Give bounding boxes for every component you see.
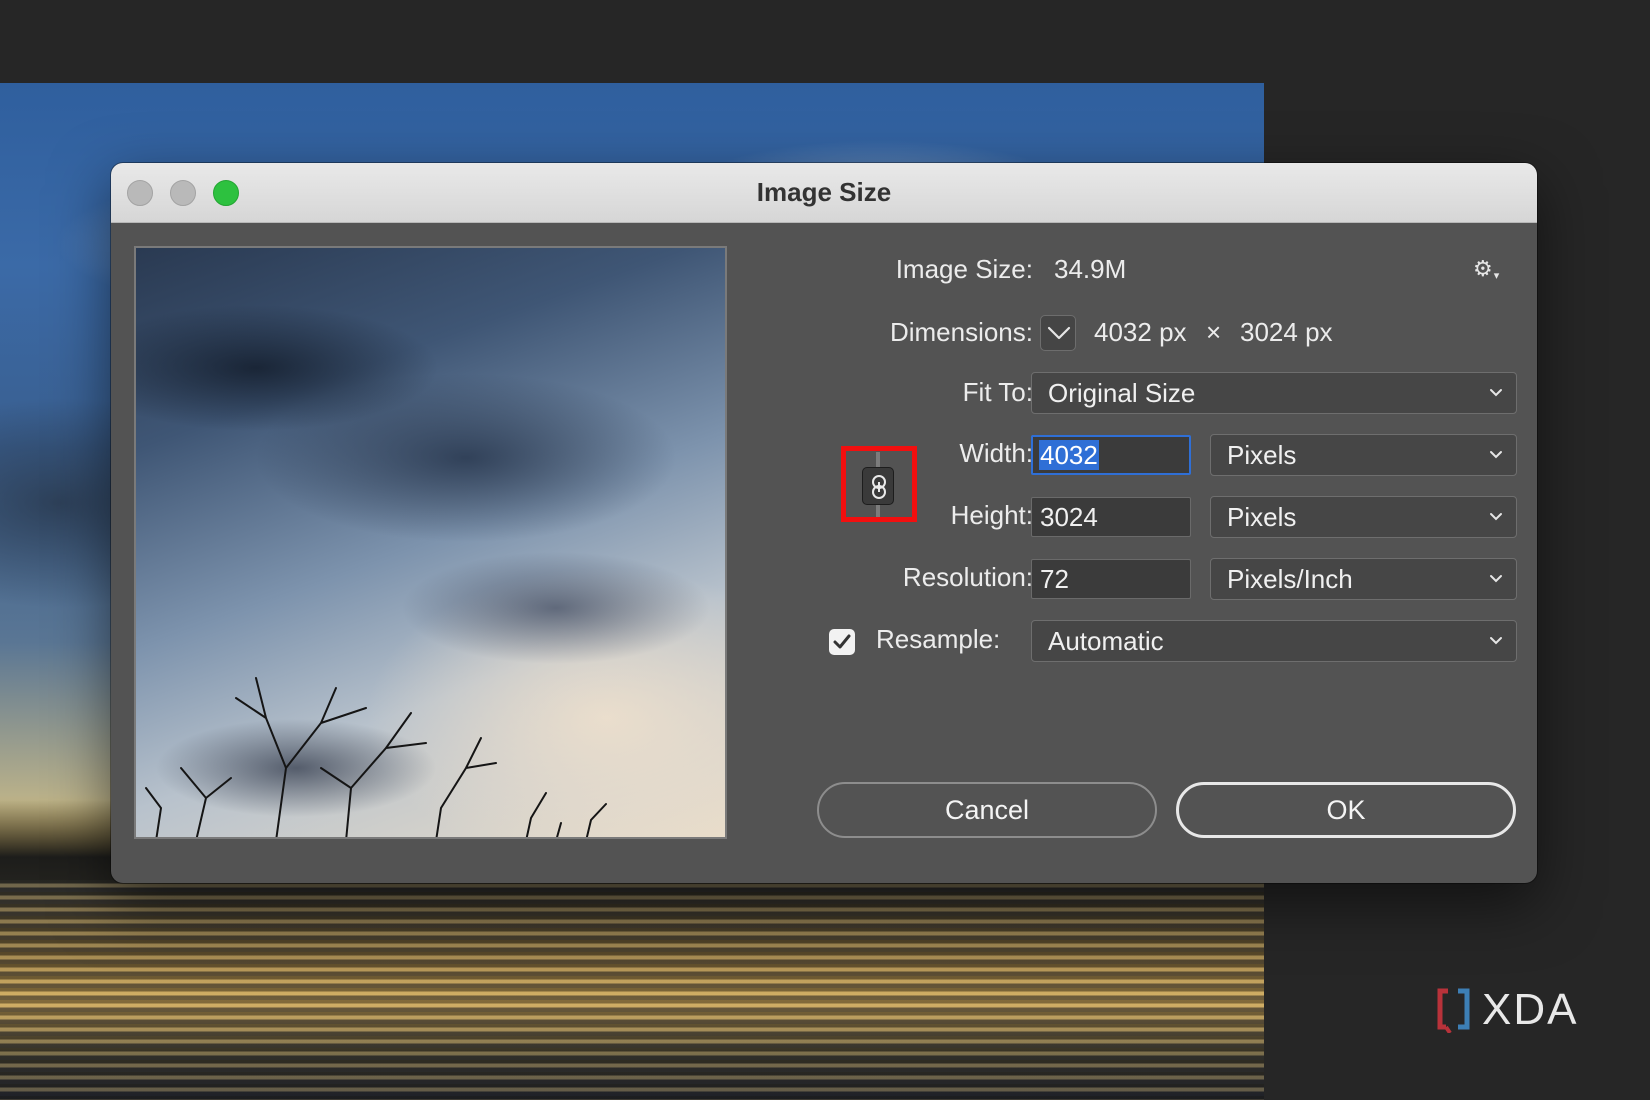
image-size-value: 34.9M — [1054, 254, 1127, 284]
gear-icon: ⚙ — [1473, 256, 1493, 281]
settings-gear-button[interactable]: ⚙▾ — [1473, 255, 1513, 283]
width-value: 4032 — [1039, 440, 1099, 470]
image-size-label: Image Size: — [895, 254, 1033, 284]
height-input[interactable]: 3024 — [1031, 497, 1191, 537]
ok-button[interactable]: OK — [1176, 782, 1516, 838]
dimensions-width-value: 4032 px — [1094, 317, 1187, 347]
cancel-button[interactable]: Cancel — [817, 782, 1157, 838]
chevron-down-icon — [1490, 637, 1502, 645]
resolution-unit-select[interactable]: Pixels/Inch — [1210, 558, 1517, 600]
dimensions-unit-dropdown[interactable] — [1040, 315, 1076, 351]
preview-branches — [145, 677, 607, 837]
dialog-title: Image Size — [756, 177, 892, 207]
resolution-input[interactable]: 72 — [1031, 559, 1191, 599]
fit-to-value: Original Size — [1048, 378, 1196, 408]
xda-logo-icon — [1437, 988, 1470, 1033]
width-unit-value: Pixels — [1227, 440, 1297, 470]
chevron-down-icon — [1490, 575, 1502, 583]
height-label: Height: — [950, 500, 1033, 530]
dimensions-separator: × — [1206, 317, 1222, 347]
chevron-down-icon — [1047, 326, 1071, 340]
canvas-water — [0, 880, 1264, 1100]
image-preview[interactable] — [134, 246, 727, 839]
width-input[interactable]: 4032 — [1031, 435, 1191, 475]
width-label: Width: — [959, 438, 1033, 468]
height-unit-value: Pixels — [1227, 502, 1297, 532]
fit-to-select[interactable]: Original Size — [1031, 372, 1517, 414]
chevron-down-icon — [1490, 513, 1502, 521]
checkmark-icon — [833, 634, 851, 649]
resolution-value: 72 — [1040, 564, 1069, 594]
height-unit-select[interactable]: Pixels — [1210, 496, 1517, 538]
chevron-down-icon: ▾ — [1493, 270, 1500, 282]
chevron-down-icon — [1490, 451, 1502, 459]
image-size-dialog: Image Size Image Size: 34.9M ⚙▾ Dimensio… — [111, 163, 1537, 883]
resample-select[interactable]: Automatic — [1031, 620, 1517, 662]
width-unit-select[interactable]: Pixels — [1210, 434, 1517, 476]
xda-watermark: XDA — [1436, 985, 1578, 1035]
resample-checkbox[interactable] — [829, 629, 855, 655]
dimensions-label: Dimensions: — [889, 317, 1033, 347]
resolution-unit-value: Pixels/Inch — [1227, 564, 1353, 594]
height-value: 3024 — [1040, 502, 1098, 532]
chevron-down-icon — [1490, 389, 1502, 397]
xda-wordmark: XDA — [1482, 985, 1579, 1034]
resample-label: Resample: — [876, 624, 1001, 654]
resample-value: Automatic — [1048, 626, 1164, 656]
resolution-label: Resolution: — [902, 562, 1033, 592]
dimensions-height-value: 3024 px — [1240, 317, 1333, 347]
fit-to-label: Fit To: — [962, 377, 1033, 407]
title-bar: Image Size — [111, 163, 1537, 223]
